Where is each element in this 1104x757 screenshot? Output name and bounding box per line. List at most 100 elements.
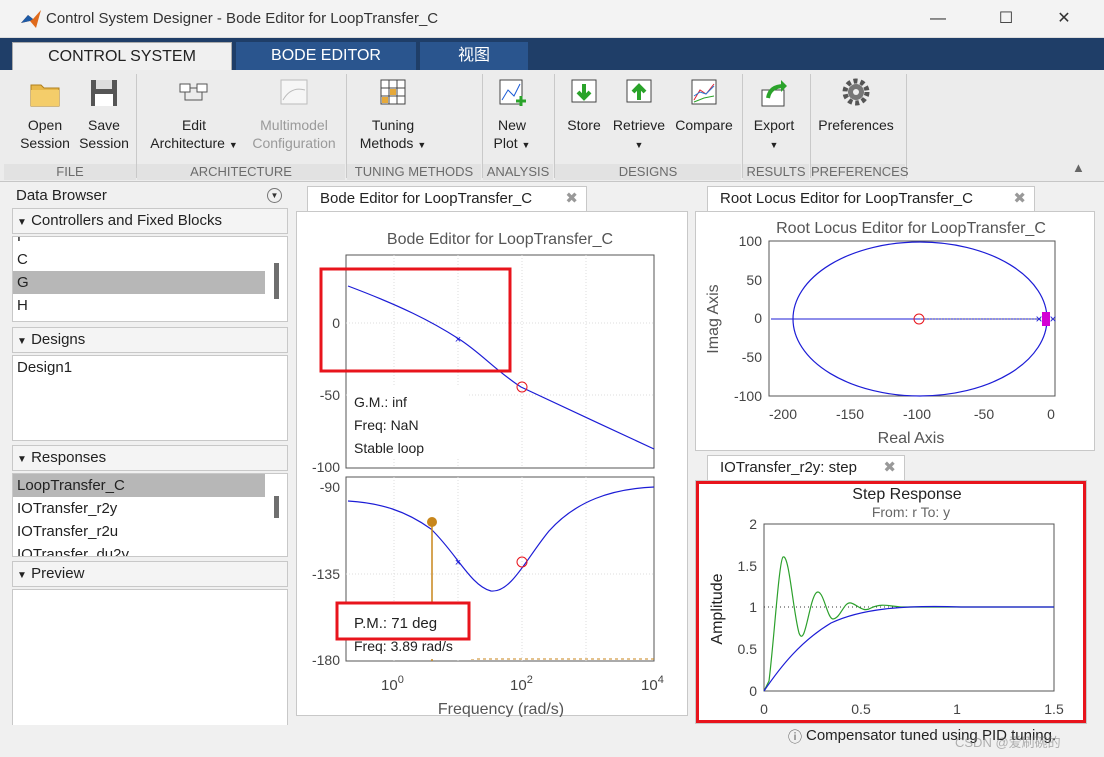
tab-bode-editor[interactable]: BODE EDITOR <box>236 42 416 70</box>
y-tick-label: 1.5 <box>738 558 758 574</box>
pole-marker[interactable]: × <box>1049 312 1056 326</box>
floppy-save-icon <box>91 80 117 106</box>
bode-title: Bode Editor for LoopTransfer_C <box>387 231 613 248</box>
maximize-button[interactable]: ☐ <box>986 6 1026 32</box>
designs-list: Design1 <box>12 355 288 441</box>
data-browser-title: Data Browser ▼ <box>12 184 288 210</box>
list-item[interactable]: C <box>13 248 287 271</box>
step-response-plot[interactable]: Step Response From: r To: y 2 1.5 1 0.5 … <box>695 480 1087 724</box>
list-item-selected[interactable]: LoopTransfer_C <box>13 474 265 497</box>
x-tick-label: 1 <box>953 701 961 717</box>
freq-tick-label: 102 <box>510 674 533 694</box>
x-tick-label: -200 <box>769 406 797 422</box>
list-item[interactable]: IOTransfer_r2y <box>13 497 287 520</box>
close-icon[interactable]: ✖ <box>883 456 896 480</box>
group-label-designs: DESIGNS <box>555 164 741 180</box>
x-tick-label: 0 <box>760 701 768 717</box>
data-browser-panel: Data Browser ▼ ▼ Controllers and Fixed B… <box>10 184 288 747</box>
tuning-grid-icon <box>380 79 406 105</box>
group-label-architecture: ARCHITECTURE <box>137 164 345 180</box>
close-button[interactable]: ✕ <box>1044 6 1084 32</box>
tab-control-system[interactable]: CONTROL SYSTEM <box>12 42 232 70</box>
save-session-button[interactable]: Save Session <box>74 74 134 152</box>
phase-tick-label: -90 <box>320 479 340 495</box>
list-item[interactable]: Design1 <box>13 356 287 379</box>
phase-margin-marker[interactable] <box>427 517 437 527</box>
controllers-list: F C G H <box>12 236 288 322</box>
tab-step-response-doc[interactable]: IOTransfer_r2y: step ✖ <box>707 455 905 481</box>
tab-bode-editor-doc[interactable]: Bode Editor for LoopTransfer_C ✖ <box>307 186 587 212</box>
tuning-methods-button[interactable]: Tuning Methods ▼ <box>354 74 432 154</box>
collapse-arrow-icon: ▼ <box>17 217 27 228</box>
tab-view[interactable]: 视图 <box>420 42 528 70</box>
minimize-button[interactable]: — <box>918 6 958 32</box>
group-label-analysis: ANALYSIS <box>483 164 553 180</box>
list-item[interactable]: IOTransfer_r2u <box>13 520 287 543</box>
list-item[interactable]: F <box>13 237 287 248</box>
block-diagram-icon <box>179 83 208 101</box>
list-item[interactable]: IOTransfer_du2y <box>13 543 287 556</box>
bode-x-axis-label: Frequency (rad/s) <box>438 701 564 717</box>
scrollbar-thumb[interactable] <box>274 496 279 518</box>
gain-margin-text: G.M.: inf <box>354 394 407 410</box>
scrollbar-thumb[interactable] <box>274 263 279 299</box>
root-locus-y-label: Imag Axis <box>705 284 722 353</box>
preferences-button[interactable]: Preferences <box>816 74 896 134</box>
edit-architecture-button[interactable]: Edit Architecture ▼ <box>142 74 246 154</box>
new-plot-icon <box>499 79 526 106</box>
y-tick-label: 50 <box>746 272 762 288</box>
close-icon[interactable]: ✖ <box>565 187 578 211</box>
root-locus-title: Root Locus Editor for LoopTransfer_C <box>776 220 1046 237</box>
compare-button[interactable]: Compare <box>672 74 736 134</box>
y-tick-label: -100 <box>734 388 762 404</box>
x-tick-label: -100 <box>903 406 931 422</box>
x-tick-label: -150 <box>836 406 864 422</box>
controllers-section-header[interactable]: ▼ Controllers and Fixed Blocks <box>12 208 288 234</box>
step-title: Step Response <box>852 486 962 503</box>
freq-tick-label: 100 <box>381 674 404 694</box>
retrieve-button[interactable]: Retrieve ▼ <box>610 74 668 154</box>
compare-plot-icon <box>691 79 717 105</box>
preview-section-header[interactable]: ▼ Preview <box>12 561 288 587</box>
collapse-ribbon-icon[interactable]: ▲ <box>1072 160 1085 175</box>
pole-marker[interactable]: × <box>455 557 461 569</box>
y-tick-label: 0.5 <box>738 641 758 657</box>
freq-tick-label: 104 <box>641 674 664 694</box>
responses-list: LoopTransfer_C IOTransfer_r2y IOTransfer… <box>12 473 288 557</box>
open-session-button[interactable]: Open Session <box>14 74 76 152</box>
responses-section-header[interactable]: ▼ Responses <box>12 445 288 471</box>
x-tick-label: -50 <box>974 406 994 422</box>
y-tick-label: 0 <box>749 683 757 699</box>
root-locus-plot[interactable]: Root Locus Editor for LoopTransfer_C 100… <box>695 211 1095 451</box>
multimodel-configuration-button[interactable]: Multimodel Configuration <box>250 74 338 152</box>
close-icon[interactable]: ✖ <box>1013 187 1026 211</box>
browser-menu-icon[interactable]: ▼ <box>267 188 282 203</box>
store-button[interactable]: Store <box>562 74 606 134</box>
matlab-logo-icon <box>21 10 41 28</box>
group-label-file: FILE <box>4 164 136 180</box>
list-item[interactable]: H <box>13 294 287 317</box>
designs-section-header[interactable]: ▼ Designs <box>12 327 288 353</box>
pole-marker[interactable]: × <box>1035 312 1042 326</box>
step-response-svg: Step Response From: r To: y 2 1.5 1 0.5 … <box>709 486 1064 717</box>
tab-root-locus-doc[interactable]: Root Locus Editor for LoopTransfer_C ✖ <box>707 186 1035 212</box>
x-tick-label: 0.5 <box>851 701 871 717</box>
application-window: Control System Designer - Bode Editor fo… <box>0 0 1104 757</box>
export-icon <box>761 80 787 107</box>
ribbon-tab-strip: CONTROL SYSTEM BODE EDITOR 视图 ▣ ✂ ❐ ▤ ↶ … <box>0 38 1104 100</box>
list-item-selected[interactable]: G <box>13 271 265 294</box>
mag-tick-label: -50 <box>320 387 340 403</box>
pole-marker[interactable]: × <box>455 334 461 346</box>
x-tick-label: 0 <box>1047 406 1055 422</box>
export-button[interactable]: Export ▼ <box>748 74 800 154</box>
new-plot-button[interactable]: New Plot ▼ <box>486 74 538 154</box>
x-tick-label: 1.5 <box>1044 701 1064 717</box>
window-title: Control System Designer - Bode Editor fo… <box>46 10 439 27</box>
store-icon <box>571 79 597 103</box>
stability-text: Stable loop <box>354 440 424 456</box>
multimodel-plot-icon <box>280 79 308 105</box>
bode-editor-plot[interactable]: Bode Editor for LoopTransfer_C 0 -50 -10… <box>296 211 688 718</box>
collapse-arrow-icon: ▼ <box>17 570 27 581</box>
closed-loop-pole-marker[interactable] <box>1042 312 1050 326</box>
retrieve-icon <box>626 79 652 103</box>
